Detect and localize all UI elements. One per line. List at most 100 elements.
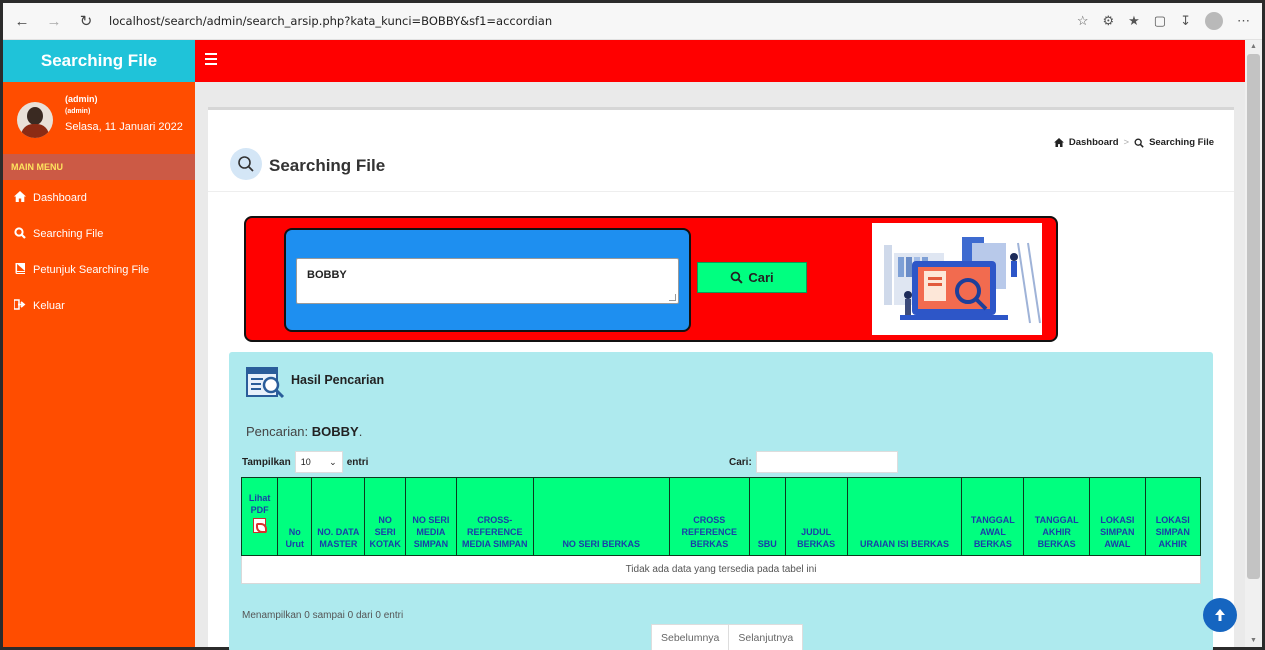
col-sbu[interactable]: SBU (748, 477, 786, 556)
top-navbar (195, 40, 1245, 82)
entries-length: Tampilkan 10 ⌄ entri (242, 451, 368, 473)
search-button[interactable]: Cari (697, 262, 807, 293)
scroll-thumb[interactable] (1247, 54, 1260, 579)
collections-icon[interactable]: ▢ (1154, 13, 1166, 29)
next-page-button[interactable]: Selanjutnya (729, 624, 804, 650)
search-icon (1134, 138, 1144, 148)
sidebar-item-label: Petunjuk Searching File (33, 264, 150, 276)
browser-toolbar: ← → ↻ i localhost/search/admin/search_ar… (3, 3, 1262, 275)
sidebar-item-label: Searching File (33, 228, 104, 240)
extensions-icon[interactable]: ⚙ (1102, 13, 1114, 29)
book-icon (13, 263, 27, 277)
results-table: Lihat PDF No Urut NO. DATA MASTER NO SER… (240, 477, 1202, 584)
download-icon[interactable]: ↧ (1180, 13, 1191, 29)
main-card: Searching File Dashboard > Searching Fil… (208, 107, 1234, 650)
home-icon (13, 191, 27, 205)
user-name: (admin) (65, 94, 98, 104)
breadcrumb: Dashboard > Searching File (1053, 137, 1214, 148)
table-filter: Cari: (729, 451, 898, 473)
entries-select-value: 10 (300, 457, 311, 467)
user-panel: (admin) (admin) Selasa, 11 Januari 2022 (3, 82, 195, 154)
more-icon[interactable]: ⋯ (1237, 13, 1250, 29)
search-results-icon (246, 366, 286, 399)
search-panel: BOBBY Cari (244, 216, 1058, 342)
col-label: Lihat PDF (248, 493, 271, 515)
pagination: Sebelumnya Selanjutnya (651, 624, 804, 650)
sidebar-item-dashboard[interactable]: Dashboard (3, 180, 195, 216)
col-no-seri-berkas[interactable]: NO SERI BERKAS (532, 477, 670, 556)
search-icon (230, 148, 262, 180)
length-label-pre: Tampilkan (242, 456, 291, 468)
col-tanggal-awal-berkas[interactable]: TANGGAL AWAL BERKAS (961, 477, 1025, 556)
search-summary: Pencarian: BOBBY. (246, 424, 362, 439)
back-to-top-button[interactable] (1203, 598, 1237, 632)
sidebar-item-label: Dashboard (33, 192, 87, 204)
url-text: localhost/search/admin/search_arsip.php?… (109, 14, 553, 28)
sidebar-item-keluar[interactable]: Keluar (3, 288, 195, 324)
favorite-add-icon[interactable]: ☆ (1077, 13, 1089, 29)
search-summary-suffix: . (358, 424, 363, 439)
col-cross-reference-berkas[interactable]: CROSS REFERENCE BERKAS (668, 477, 750, 556)
search-illustration (872, 223, 1042, 335)
profile-icon[interactable] (1205, 12, 1223, 30)
breadcrumb-current: Searching File (1149, 137, 1214, 148)
forward-icon[interactable]: → (41, 8, 67, 34)
sign-out-icon (13, 299, 27, 313)
table-header-row: Lihat PDF No Urut NO. DATA MASTER NO SER… (240, 477, 1202, 556)
table-info: Menampilkan 0 sampai 0 dari 0 entri (242, 610, 404, 621)
user-date: Selasa, 11 Januari 2022 (65, 121, 183, 133)
length-label-post: entri (346, 456, 369, 468)
col-lokasi-simpan-akhir[interactable]: LOKASI SIMPAN AKHIR (1144, 477, 1202, 556)
arrow-up-icon (1215, 609, 1225, 621)
page-header: Searching File Dashboard > Searching Fil… (208, 110, 1234, 192)
main-menu-header: MAIN MENU (3, 154, 195, 180)
sidebar-item-searching-file[interactable]: Searching File (3, 216, 195, 252)
sidebar: (admin) (admin) Selasa, 11 Januari 2022 … (3, 82, 195, 647)
scroll-down-icon[interactable]: ▼ (1250, 637, 1257, 644)
filter-input[interactable] (755, 451, 898, 473)
chevron-down-icon: ⌄ (329, 456, 337, 467)
scroll-up-icon[interactable]: ▲ (1250, 43, 1257, 50)
page-title: Searching File (269, 156, 386, 175)
user-role: (admin) (65, 108, 91, 115)
col-lihat-pdf[interactable]: Lihat PDF (240, 477, 279, 556)
table-row: Tidak ada data yang tersedia pada tabel … (241, 555, 1201, 584)
search-summary-query: BOBBY (311, 424, 359, 439)
col-no-urut[interactable]: No Urut (277, 477, 313, 556)
pdf-icon (253, 518, 268, 533)
breadcrumb-dashboard[interactable]: Dashboard (1069, 137, 1119, 148)
col-no-data-master[interactable]: NO. DATA MASTER (311, 477, 366, 556)
page-scrollbar[interactable]: ▲ ▼ (1245, 40, 1262, 647)
col-no-seri-media-simpan[interactable]: NO SERI MEDIA SIMPAN (404, 477, 457, 556)
address-bar[interactable]: i localhost/search/admin/search_arsip.ph… (16, 14, 553, 275)
breadcrumb-separator: > (1123, 137, 1130, 148)
search-input-container: BOBBY (284, 228, 691, 332)
favorites-icon[interactable]: ★ (1128, 13, 1140, 29)
col-judul-berkas[interactable]: JUDUL BERKAS (784, 477, 848, 556)
col-uraian-isi-berkas[interactable]: URAIAN ISI BERKAS (846, 477, 963, 556)
search-button-label: Cari (748, 270, 774, 285)
refresh-icon[interactable]: ↻ (73, 8, 99, 34)
col-lokasi-simpan-awal[interactable]: LOKASI SIMPAN AWAL (1089, 477, 1146, 556)
sidebar-item-petunjuk[interactable]: Petunjuk Searching File (3, 252, 195, 288)
menu-toggle-icon[interactable] (205, 53, 217, 65)
browser-actions: ☆ ⚙ ★ ▢ ↧ ⋯ (1077, 12, 1250, 30)
col-cross-reference-media-simpan[interactable]: CROSS-REFERENCE MEDIA SIMPAN (455, 477, 534, 556)
col-no-seri-kotak[interactable]: NO SERI KOTAK (364, 477, 406, 556)
search-input[interactable]: BOBBY (296, 258, 679, 304)
col-tanggal-akhir-berkas[interactable]: TANGGAL AKHIR BERKAS (1023, 477, 1091, 556)
sidebar-item-label: Keluar (33, 300, 65, 312)
app-brand[interactable]: Searching File (3, 40, 195, 82)
back-icon[interactable]: ← (9, 8, 35, 34)
search-summary-prefix: Pencarian: (246, 424, 312, 439)
results-panel: Hasil Pencarian Pencarian: BOBBY. Tampil… (229, 352, 1213, 650)
search-icon (730, 271, 743, 284)
search-icon (13, 226, 27, 242)
results-title: Hasil Pencarian (291, 373, 385, 387)
entries-select[interactable]: 10 ⌄ (294, 451, 343, 473)
home-icon (1053, 138, 1064, 147)
empty-table-message: Tidak ada data yang tersedia pada tabel … (241, 555, 1201, 584)
avatar (17, 102, 53, 138)
filter-label: Cari: (729, 456, 752, 468)
prev-page-button[interactable]: Sebelumnya (651, 624, 730, 650)
